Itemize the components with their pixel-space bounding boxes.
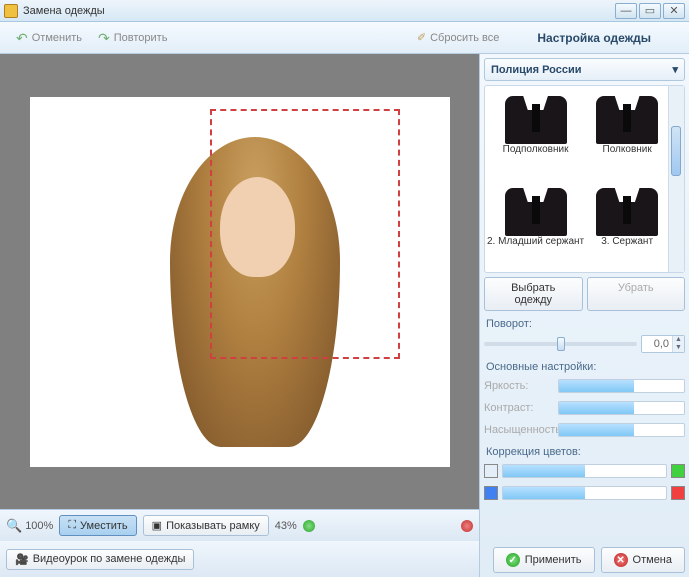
spin-down-icon[interactable]: ▼	[672, 344, 684, 352]
catalog-item-label: Полковник	[586, 144, 668, 155]
minimize-button[interactable]: —	[615, 3, 637, 19]
color-swatch-blue[interactable]	[484, 486, 498, 500]
contrast-label: Контраст:	[484, 402, 554, 414]
color-slider-2[interactable]	[502, 486, 667, 500]
undo-icon: ↶	[16, 31, 28, 45]
titlebar: Замена одежды — ▭ ✕	[0, 0, 689, 22]
reset-all-label: Сбросить все	[430, 32, 499, 44]
catalog-item-label: 3. Сержант	[586, 236, 668, 247]
side-panel-title: Настройка одежды	[507, 31, 681, 45]
remove-clothing-button[interactable]: Убрать	[587, 277, 686, 311]
catalog-item[interactable]: Полковник	[586, 88, 668, 178]
fit-button[interactable]: ⛶ Уместить	[59, 515, 136, 536]
color-title: Коррекция цветов:	[484, 443, 685, 458]
category-label: Полиция России	[491, 64, 582, 76]
frame-icon: ▣	[152, 519, 162, 532]
choose-clothing-button[interactable]: Выбрать одежду	[484, 277, 583, 311]
clothing-catalog: Подполковник Полковник 2. Младший сержан…	[484, 85, 685, 273]
canvas-area[interactable]	[0, 54, 479, 509]
saturation-label: Насыщенность:	[484, 424, 554, 436]
show-frame-label: Показывать рамку	[166, 520, 260, 532]
zoom-percent-2: 43%	[275, 520, 297, 532]
zoom-level: 🔍 100%	[6, 518, 53, 534]
cancel-button[interactable]: ✕ Отмена	[601, 547, 685, 573]
check-icon: ✓	[506, 553, 520, 567]
window-title: Замена одежды	[23, 5, 615, 17]
redo-button[interactable]: ↷ Повторить	[90, 28, 175, 48]
adjust-title: Основные настройки:	[484, 358, 685, 373]
side-panel: Полиция России ▾ Подполковник Полковник …	[479, 54, 689, 577]
video-lesson-button[interactable]: 🎥 Видеоурок по замене одежды	[6, 549, 194, 570]
undo-button[interactable]: ↶ Отменить	[8, 28, 90, 48]
toolbar: ↶ Отменить ↷ Повторить ✐ Сбросить все На…	[0, 22, 689, 54]
brightness-label: Яркость:	[484, 380, 554, 392]
uniform-thumb	[495, 88, 577, 143]
show-frame-button[interactable]: ▣ Показывать рамку	[143, 515, 269, 536]
uniform-thumb	[586, 180, 668, 235]
fit-label: Уместить	[80, 520, 128, 532]
brightness-slider[interactable]	[558, 379, 685, 393]
rotate-label: Поворот:	[484, 315, 685, 330]
reset-all-button[interactable]: ✐ Сбросить все	[409, 28, 508, 47]
choose-label: Выбрать одежду	[511, 282, 555, 306]
uniform-thumb	[495, 180, 577, 235]
apply-label: Применить	[525, 554, 582, 566]
zoom-out-button[interactable]	[461, 520, 473, 532]
fit-icon: ⛶	[68, 519, 76, 532]
video-bar: 🎥 Видеоурок по замене одежды	[0, 541, 479, 577]
maximize-button[interactable]: ▭	[639, 3, 661, 19]
close-button[interactable]: ✕	[663, 3, 685, 19]
spin-up-icon[interactable]: ▲	[672, 336, 684, 344]
zoom-percent: 100%	[25, 520, 53, 532]
rotate-value: 0,0	[642, 336, 672, 352]
catalog-item-label: 2. Младший сержант	[487, 236, 584, 247]
color-swatch-magenta[interactable]	[484, 464, 498, 478]
color-swatch-green[interactable]	[671, 464, 685, 478]
catalog-item[interactable]: Подполковник	[487, 88, 584, 178]
saturation-slider[interactable]	[558, 423, 685, 437]
rotate-spinner[interactable]: 0,0 ▲▼	[641, 335, 685, 353]
uniform-thumb	[586, 88, 668, 143]
canvas-column: 🔍 100% ⛶ Уместить ▣ Показывать рамку 43%…	[0, 54, 479, 577]
category-dropdown[interactable]: Полиция России ▾	[484, 58, 685, 81]
cross-icon: ✕	[614, 553, 628, 567]
zoom-bar: 🔍 100% ⛶ Уместить ▣ Показывать рамку 43%	[0, 509, 479, 541]
contrast-slider[interactable]	[558, 401, 685, 415]
camera-icon: 🎥	[15, 553, 29, 566]
undo-label: Отменить	[32, 32, 82, 44]
remove-label: Убрать	[618, 282, 654, 294]
chevron-down-icon: ▾	[672, 63, 678, 76]
redo-label: Повторить	[114, 32, 168, 44]
catalog-item[interactable]: 3. Сержант	[586, 180, 668, 270]
zoom-in-button[interactable]	[303, 520, 315, 532]
catalog-item[interactable]: 2. Младший сержант	[487, 180, 584, 270]
photo	[30, 97, 450, 467]
color-slider-1[interactable]	[502, 464, 667, 478]
rotate-slider[interactable]	[484, 342, 637, 346]
app-icon	[4, 4, 18, 18]
apply-button[interactable]: ✓ Применить	[493, 547, 595, 573]
catalog-scrollbar[interactable]	[668, 86, 684, 272]
magnify-icon: 🔍	[6, 518, 22, 534]
cancel-label: Отмена	[633, 554, 672, 566]
color-swatch-red[interactable]	[671, 486, 685, 500]
redo-icon: ↷	[98, 31, 110, 45]
video-lesson-label: Видеоурок по замене одежды	[33, 553, 186, 565]
broom-icon: ✐	[417, 31, 426, 44]
catalog-item-label: Подполковник	[487, 144, 584, 155]
